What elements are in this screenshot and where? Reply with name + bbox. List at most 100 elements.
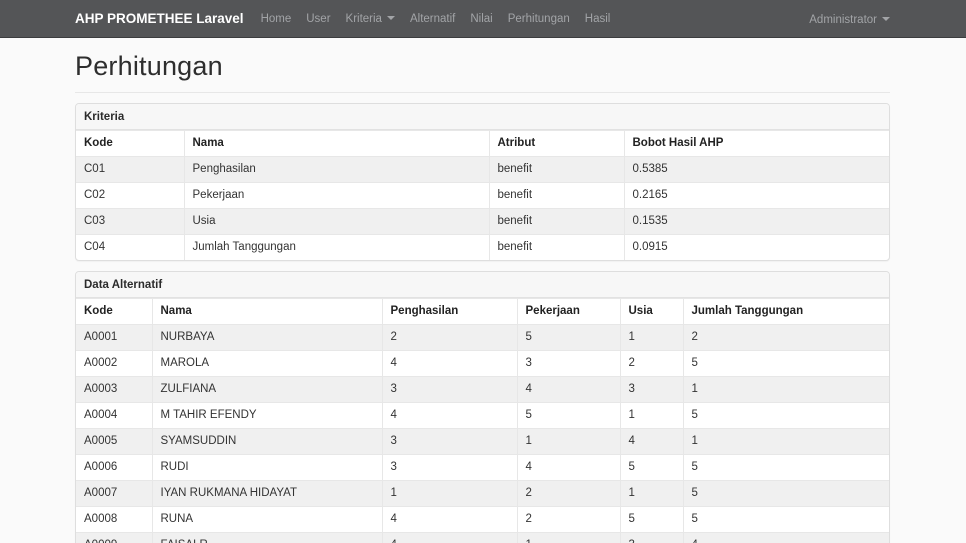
table-row: A0005 SYAMSUDDIN 3 1 4 1 [76,428,889,455]
column-header: Pekerjaan [516,298,621,325]
nav-item-alternatif[interactable]: Alternatif [410,13,455,25]
table-cell: Jumlah Tanggungan [183,234,490,260]
nav-item-user[interactable]: User [306,13,330,25]
table-cell: 5 [682,350,889,377]
table-cell: 3 [381,454,518,481]
table-row: A0006 RUDI 3 4 5 5 [76,454,889,481]
table-cell: benefit [488,182,625,209]
table-cell: C02 [76,182,185,209]
table-cell: 4 [381,350,518,377]
main-menu: Home User Kriteria Alternatif Nilai Perh… [261,13,611,25]
column-header: Usia [619,298,684,325]
table-cell: SYAMSUDDIN [151,428,383,455]
chevron-down-icon [386,16,395,21]
column-header: Kode [76,298,153,325]
table-cell: 5 [619,454,684,481]
table-row: A0002 MAROLA 4 3 2 5 [76,350,889,377]
navbar: AHP PROMETHEE Laravel Home User Kriteria… [0,0,966,38]
table-cell: benefit [488,234,625,260]
kriteria-panel: Kriteria Kode Nama Atribut Bobot Hasil AHP C… [75,103,890,261]
table-cell: A0009 [76,532,153,543]
table-cell: 0.1535 [623,208,889,235]
table-cell: MAROLA [151,350,383,377]
table-cell: 3 [619,376,684,403]
table-cell: 2 [682,324,889,351]
table-cell: M TAHIR EFENDY [151,402,383,429]
table-row: C01 Penghasilan benefit 0.5385 [76,156,889,183]
page-content: Perhitungan Kriteria Kode Nama Atribut Bobo… [75,51,890,543]
table-cell: 2 [516,506,621,533]
table-cell: RUDI [151,454,383,481]
header-row: Kode Nama Atribut Bobot Hasil AHP [76,130,889,157]
user-menu-dropdown[interactable]: Administrator [809,14,890,26]
table-cell: 4 [682,532,889,543]
kriteria-panel-title: Kriteria [76,104,889,130]
nav-item-kriteria[interactable]: Kriteria [346,13,395,25]
table-cell: 4 [619,428,684,455]
navbar-inner: AHP PROMETHEE Laravel Home User Kriteria… [75,0,890,37]
table-cell: A0003 [76,376,153,403]
table-cell: Penghasilan [183,156,490,183]
table-cell: 1 [682,376,889,403]
table-cell: 5 [682,480,889,507]
table-cell: A0007 [76,480,153,507]
table-cell: IYAN RUKMANA HIDAYAT [151,480,383,507]
table-cell: 5 [516,402,621,429]
column-header: Nama [183,130,490,157]
navbar-brand[interactable]: AHP PROMETHEE Laravel [75,11,244,26]
table-cell: FAISALR [151,532,383,543]
table-cell: 4 [516,454,621,481]
table-cell: NURBAYA [151,324,383,351]
nav-item-hasil[interactable]: Hasil [585,13,611,25]
table-row: A0008 RUNA 4 2 5 5 [76,506,889,533]
table-cell: benefit [488,208,625,235]
chevron-down-icon [882,17,890,22]
table-cell: 5 [682,402,889,429]
user-menu-area: Administrator [809,10,890,28]
table-row: C02 Pekerjaan benefit 0.2165 [76,182,889,209]
table-cell: A0005 [76,428,153,455]
column-header: Penghasilan [381,298,518,325]
table-cell: 3 [381,428,518,455]
table-row: A0007 IYAN RUKMANA HIDAYAT 1 2 1 5 [76,480,889,507]
table-cell: 1 [619,480,684,507]
table-cell: A0002 [76,350,153,377]
table-cell: 4 [381,532,518,543]
table-cell: 4 [516,376,621,403]
table-cell: A0001 [76,324,153,351]
table-cell: 1 [516,532,621,543]
table-cell: 5 [619,506,684,533]
alternatif-table: Kode Nama Penghasilan Pekerjaan Usia Jumlah T… [76,298,889,543]
header-row: Kode Nama Penghasilan Pekerjaan Usia Jumlah T… [76,298,889,325]
table-cell: 0.5385 [623,156,889,183]
table-cell: 4 [381,506,518,533]
table-cell: C01 [76,156,185,183]
column-header: Jumlah Tanggungan [682,298,889,325]
nav-item-perhitungan[interactable]: Perhitungan [508,13,570,25]
table-cell: A0006 [76,454,153,481]
table-cell: 2 [619,350,684,377]
nav-item-kriteria-label: Kriteria [345,12,382,25]
table-row: A0001 NURBAYA 2 5 1 2 [76,324,889,351]
table-cell: Pekerjaan [183,182,490,209]
table-cell: C03 [76,208,185,235]
table-cell: RUNA [151,506,383,533]
table-cell: 0.2165 [623,182,889,209]
user-menu-label: Administrator [809,13,877,26]
table-row: C04 Jumlah Tanggungan benefit 0.0915 [76,234,889,260]
table-cell: A0004 [76,402,153,429]
table-cell: 4 [381,402,518,429]
table-cell: 1 [682,428,889,455]
table-cell: 3 [619,532,684,543]
kriteria-table: Kode Nama Atribut Bobot Hasil AHP C01 Penghas… [76,130,889,260]
column-header: Nama [151,298,383,325]
table-cell: 2 [381,324,518,351]
table-cell: 5 [516,324,621,351]
nav-item-home[interactable]: Home [261,13,292,25]
table-cell: 3 [381,376,518,403]
nav-item-nilai[interactable]: Nilai [470,13,492,25]
table-cell: ZULFIANA [151,376,383,403]
table-row: A0004 M TAHIR EFENDY 4 5 1 5 [76,402,889,429]
table-cell: 5 [682,506,889,533]
table-cell: 0.0915 [623,234,889,260]
